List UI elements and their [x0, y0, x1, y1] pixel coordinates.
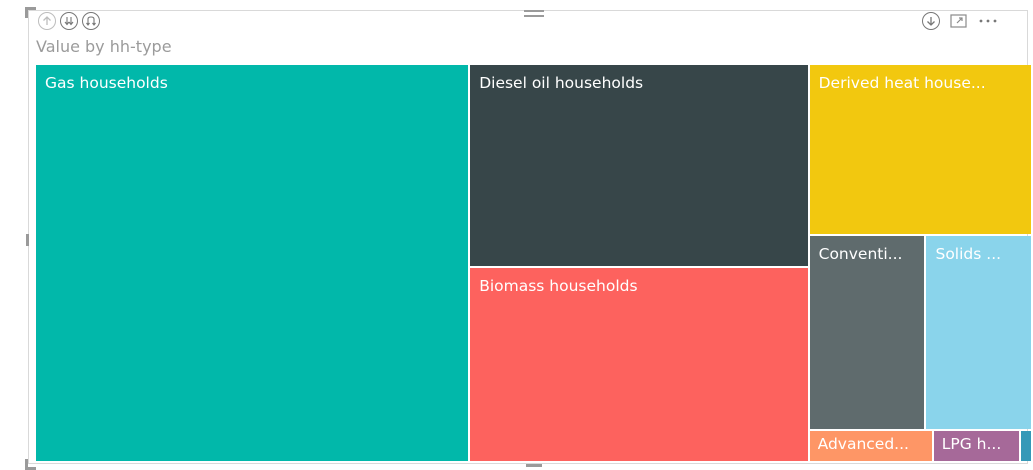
treemap-tile[interactable]: Gas households: [36, 65, 469, 461]
resize-handle-bottom[interactable]: [526, 464, 542, 467]
treemap-tile[interactable]: [1020, 431, 1031, 461]
visual-header-actions: [922, 12, 998, 30]
drill-down-mode-icon[interactable]: [82, 12, 100, 30]
treemap-tile[interactable]: Advanced...: [809, 431, 932, 461]
treemap-chart: Gas households Diesel oil households Bioma…: [36, 65, 1033, 463]
treemap-tile[interactable]: Solids ...: [926, 236, 1031, 430]
visual-title: Value by hh-type: [36, 37, 172, 56]
expand-all-down-icon[interactable]: [60, 12, 78, 30]
more-options-icon[interactable]: [978, 12, 998, 30]
treemap-tile[interactable]: Derived heat house...: [809, 65, 1031, 235]
treemap-tile[interactable]: Biomass households: [470, 268, 808, 461]
treemap-tile-label: Derived heat house...: [818, 74, 986, 92]
treemap-tile[interactable]: LPG h...: [933, 431, 1019, 461]
treemap-tile-label: Diesel oil households: [479, 74, 644, 92]
treemap-tile-label: Conventi...: [818, 245, 903, 264]
resize-handle-bottom-left[interactable]: [25, 459, 36, 470]
treemap-tile-label: Gas households: [45, 74, 168, 92]
drill-toolbar: [38, 12, 100, 30]
treemap-tile-label: Advanced...: [817, 435, 909, 454]
treemap-tile-label: LPG h...: [941, 435, 1002, 454]
resize-handle-left[interactable]: [26, 234, 29, 246]
resize-handle-top-left[interactable]: [25, 7, 36, 18]
drag-grip-icon[interactable]: [524, 10, 544, 22]
drill-down-icon[interactable]: [922, 12, 940, 30]
treemap-tile-label: Biomass households: [479, 277, 638, 296]
focus-mode-icon[interactable]: [950, 12, 968, 30]
treemap-tile-label: Solids ...: [935, 245, 1002, 264]
drill-up-icon[interactable]: [38, 12, 56, 30]
treemap-tile[interactable]: Diesel oil households: [470, 65, 808, 267]
treemap-tile[interactable]: Conventi...: [809, 236, 925, 430]
